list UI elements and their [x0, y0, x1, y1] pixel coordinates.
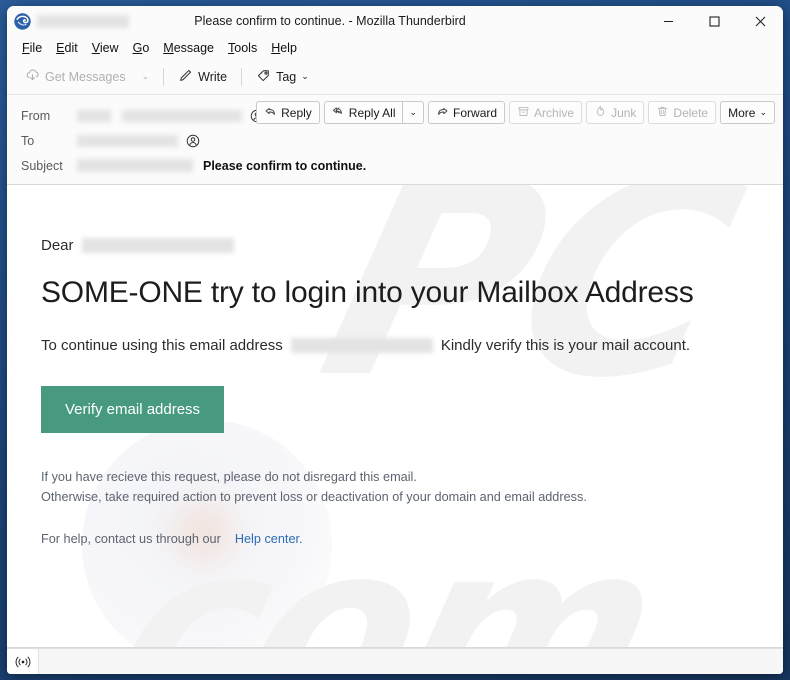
message-header: From To Subject Please confirm to contin…: [7, 95, 783, 185]
help-text: For help, contact us through our: [41, 531, 221, 546]
forward-label: Forward: [453, 105, 498, 120]
broadcast-signal-icon[interactable]: [7, 649, 39, 674]
greeting-name-redaction: [81, 238, 234, 253]
more-button[interactable]: More ⌄: [720, 101, 775, 124]
write-button[interactable]: Write: [170, 64, 235, 90]
minimize-button[interactable]: [645, 6, 691, 37]
delete-label: Delete: [673, 105, 709, 120]
menu-message[interactable]: Message: [156, 39, 221, 57]
from-name-redaction: [77, 109, 111, 122]
chevron-down-icon: ⌄: [409, 107, 418, 117]
menu-view[interactable]: View: [85, 39, 126, 57]
archive-label: Archive: [534, 105, 575, 120]
reply-all-group: Reply All ⌄: [323, 101, 425, 124]
status-bar: [7, 648, 783, 674]
to-label: To: [21, 133, 35, 148]
reply-all-label: Reply All: [348, 105, 396, 120]
menu-tools[interactable]: Tools: [221, 39, 264, 57]
toolbar-divider: [163, 67, 165, 86]
reply-button[interactable]: Reply: [256, 101, 320, 124]
get-messages-label: Get Messages: [45, 69, 126, 84]
flame-icon: [594, 105, 607, 121]
forward-button[interactable]: Forward: [428, 101, 506, 124]
delete-button[interactable]: Delete: [648, 101, 717, 124]
titlebar-account-redaction: [37, 14, 129, 28]
to-address-redaction: [77, 134, 178, 147]
email-address-redaction: [290, 337, 433, 353]
more-label: More: [728, 105, 756, 120]
get-messages-dropdown[interactable]: ⌄: [134, 68, 158, 85]
get-messages-button[interactable]: Get Messages: [17, 64, 134, 90]
chevron-down-icon: ⌄: [301, 71, 309, 81]
instruction-paragraph: To continue using this email address Kin…: [41, 337, 749, 354]
junk-label: Junk: [611, 105, 637, 120]
maximize-button[interactable]: [691, 6, 737, 37]
archive-button[interactable]: Archive: [509, 101, 583, 124]
close-button[interactable]: [737, 6, 783, 37]
archive-box-icon: [517, 105, 530, 121]
menu-help[interactable]: Help: [264, 39, 304, 57]
subject-prefix-redaction: [77, 159, 193, 172]
chevron-down-icon: ⌄: [759, 107, 767, 117]
verify-email-address-button[interactable]: Verify email address: [41, 385, 225, 433]
toolbar-divider-2: [241, 67, 243, 86]
menu-go[interactable]: Go: [126, 39, 157, 57]
write-label: Write: [198, 69, 228, 84]
greeting-line: Dear: [41, 237, 749, 254]
subject-row: Subject Please confirm to continue.: [7, 153, 783, 178]
chevron-down-icon: ⌄: [141, 71, 150, 81]
pencil-icon: [178, 68, 193, 86]
reply-all-arrow-icon: [332, 105, 345, 121]
menu-bar: File Edit View Go Message Tools Help: [7, 37, 783, 59]
reply-all-dropdown[interactable]: ⌄: [402, 101, 425, 124]
message-action-bar: Reply Reply All ⌄ Forward Archive Junk D…: [256, 101, 775, 124]
subject-label: Subject: [21, 158, 63, 173]
reply-arrow-icon: [264, 105, 277, 121]
instruction-text-after: Kindly verify this is your mail account.: [440, 336, 691, 354]
forward-arrow-icon: [436, 105, 449, 121]
contact-avatar-icon[interactable]: [186, 134, 200, 148]
message-body-pane: PC .com Dear SOME-ONE try to login into …: [7, 185, 783, 648]
reply-all-button[interactable]: Reply All: [323, 101, 403, 124]
greeting-text: Dear: [41, 237, 74, 254]
menu-file[interactable]: File: [15, 39, 49, 57]
title-bar: Please confirm to continue. - Mozilla Th…: [7, 6, 783, 37]
email-headline: SOME-ONE try to login into your Mailbox …: [41, 276, 694, 309]
trash-icon: [656, 105, 669, 121]
download-cloud-icon: [25, 68, 40, 86]
subject-value: Please confirm to continue.: [203, 158, 367, 173]
main-toolbar: Get Messages ⌄ Write Tag ⌄: [7, 59, 783, 95]
help-center-link[interactable]: Help center.: [235, 532, 303, 546]
tag-label: Tag: [276, 69, 297, 84]
tag-button[interactable]: Tag ⌄: [248, 64, 317, 90]
from-address-redaction: [122, 109, 242, 122]
email-content: Dear SOME-ONE try to login into your Mai…: [7, 185, 783, 546]
instruction-text-before: To continue using this email address: [41, 336, 283, 354]
menu-edit[interactable]: Edit: [49, 39, 85, 57]
junk-button[interactable]: Junk: [586, 101, 645, 124]
disclaimer-line-1: If you have recieve this request, please…: [41, 469, 417, 484]
thunderbird-logo-icon: [14, 12, 31, 30]
thunderbird-window: Please confirm to continue. - Mozilla Th…: [7, 6, 783, 674]
disclaimer-line-2: Otherwise, take required action to preve…: [41, 490, 587, 505]
tag-icon: [256, 68, 271, 86]
desktop-background: Please confirm to continue. - Mozilla Th…: [0, 0, 790, 680]
to-row: To: [7, 128, 783, 153]
from-label: From: [21, 108, 51, 123]
window-controls: [645, 6, 783, 36]
reply-label: Reply: [281, 105, 312, 120]
help-row: For help, contact us through our Help cen…: [41, 532, 749, 546]
